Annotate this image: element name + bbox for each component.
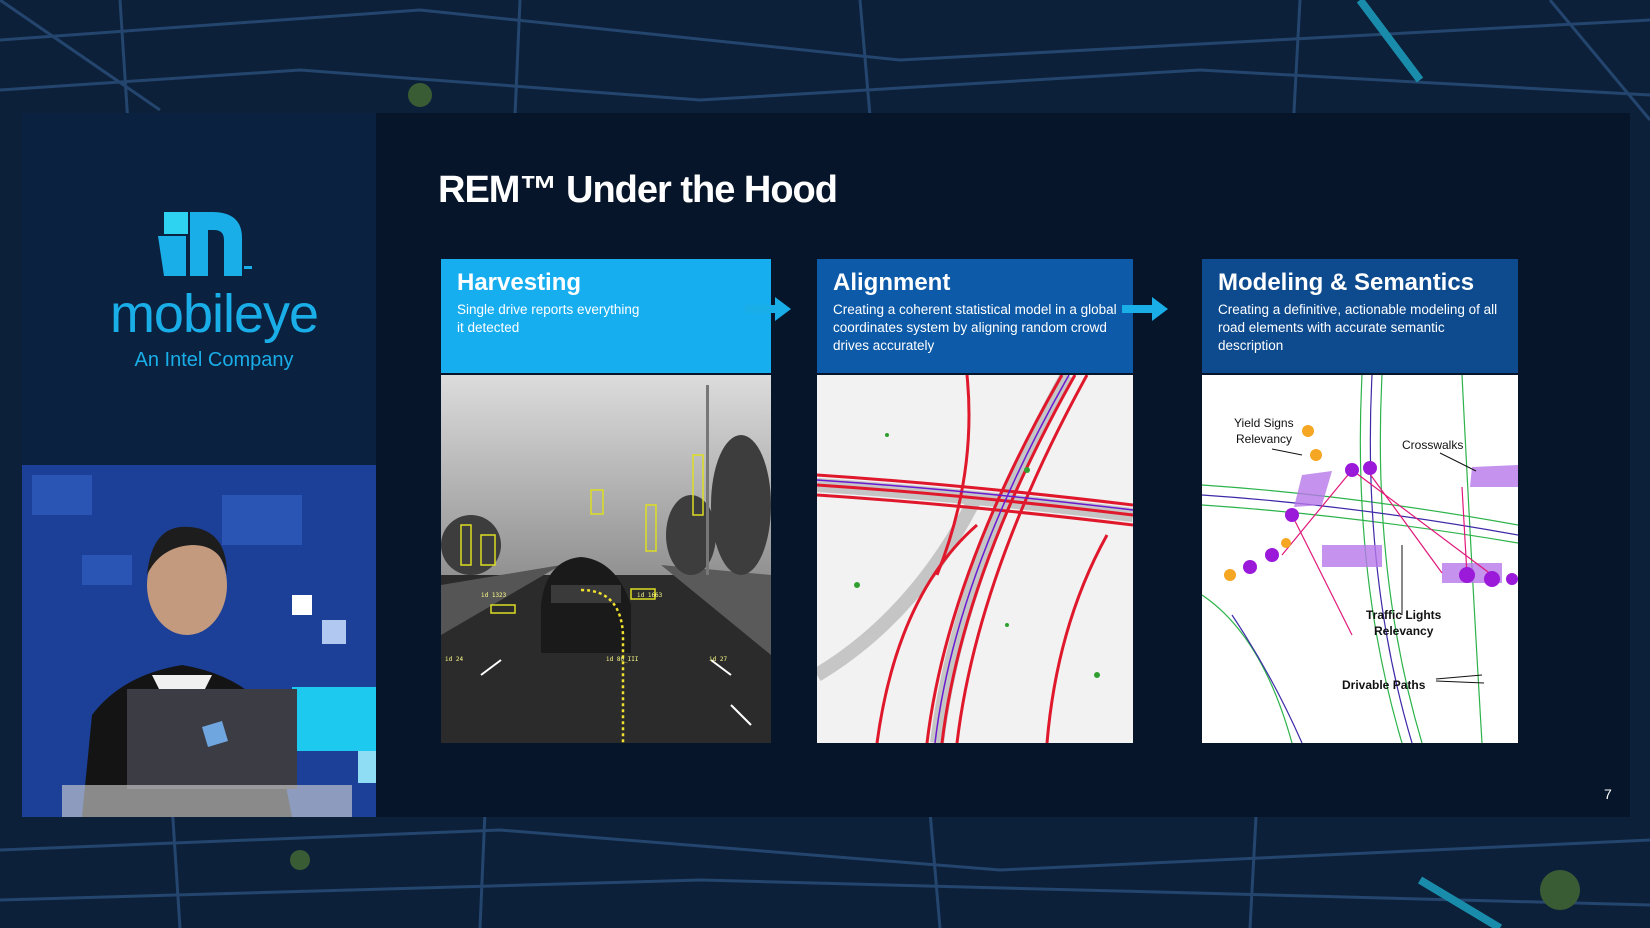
page-number: 7 (1604, 786, 1612, 802)
presentation-slide: mobileye An Intel Company REM™ Under the… (22, 113, 1630, 817)
yield-signs-label: Relevancy (1236, 432, 1292, 446)
panel-harvesting-header: Harvesting Single drive reports everythi… (441, 259, 771, 373)
panel-alignment-description: Creating a coherent statistical model in… (833, 301, 1117, 355)
mobileye-m-logo-icon (158, 212, 252, 276)
detection-label: id 27 (709, 656, 727, 663)
drivable-paths-label: Drivable Paths (1342, 678, 1426, 692)
panel-alignment-title: Alignment (833, 269, 951, 296)
panel-modeling-header: Modeling & Semantics Creating a definiti… (1202, 259, 1518, 373)
panel-harvesting-title: Harvesting (457, 269, 582, 296)
description-line: drives accurately (833, 338, 935, 353)
speaker-video-feed (22, 465, 376, 817)
brand-name: mobileye (109, 284, 319, 344)
traffic-lights-label: Traffic Lights (1366, 608, 1442, 622)
panel-harvesting: Harvesting Single drive reports everythi… (441, 259, 771, 743)
description-line: it detected (457, 320, 520, 335)
panel-alignment-header: Alignment Creating a coherent statistica… (817, 259, 1133, 373)
harvesting-camera-image: id 24 id 80_III id 27 id 1323 id 1663 (441, 375, 771, 743)
detection-label: id 80_III (606, 656, 639, 663)
description-line: road elements with accurate semantic (1218, 320, 1445, 335)
panel-harvesting-description: Single drive reports everything it detec… (457, 301, 755, 337)
slide-title: REM™ Under the Hood (438, 169, 838, 211)
detection-label: id 1323 (481, 592, 507, 599)
crosswalks-label: Crosswalks (1402, 438, 1463, 452)
description-line: Creating a coherent statistical model in… (833, 302, 1117, 317)
description-line: description (1218, 338, 1284, 353)
panel-modeling-title: Modeling & Semantics (1218, 269, 1475, 296)
modeling-semantic-map-image: Yield Signs Relevancy Crosswalks Traffic… (1202, 375, 1518, 743)
yield-signs-label: Yield Signs (1234, 416, 1294, 430)
panel-modeling-semantics: Modeling & Semantics Creating a definiti… (1202, 259, 1518, 743)
detection-label: id 1663 (637, 592, 663, 599)
brand-tagline: An Intel Company (134, 349, 294, 371)
traffic-lights-label: Relevancy (1374, 624, 1434, 638)
arrow-right-icon (1122, 297, 1168, 321)
alignment-road-trace-image (817, 375, 1133, 743)
description-line: coordinates system by aligning random cr… (833, 320, 1107, 335)
panel-alignment: Alignment Creating a coherent statistica… (817, 259, 1133, 743)
detection-label: id 24 (445, 656, 463, 663)
description-line: Creating a definitive, actionable modeli… (1218, 302, 1498, 317)
description-line: Single drive reports everything (457, 302, 640, 317)
brand-sidebar: mobileye An Intel Company (22, 113, 376, 817)
panel-modeling-description: Creating a definitive, actionable modeli… (1218, 301, 1502, 355)
arrow-right-icon (745, 297, 791, 321)
